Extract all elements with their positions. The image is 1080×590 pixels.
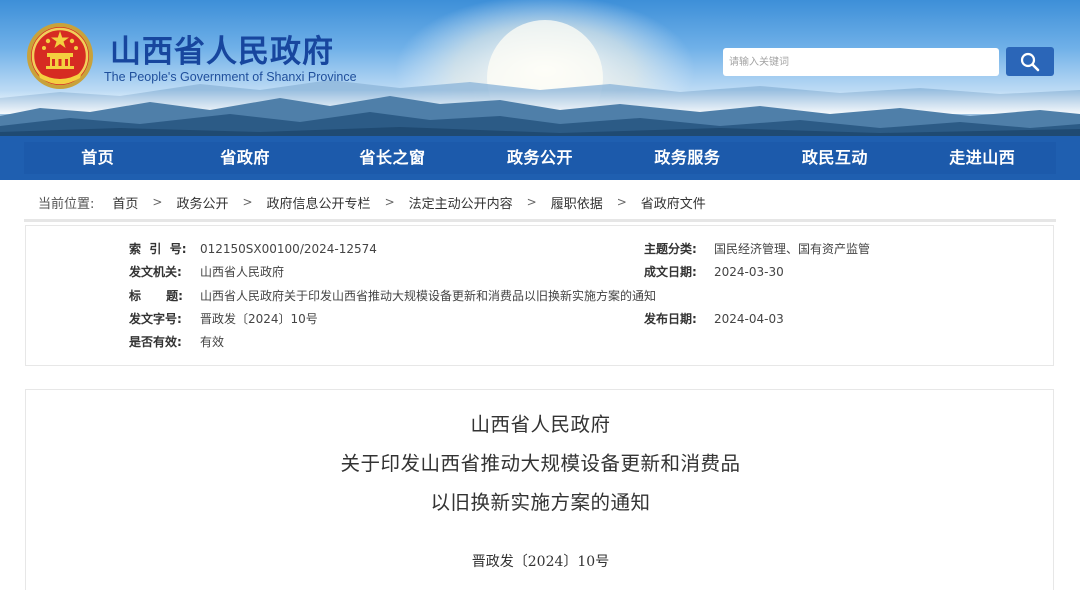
meta-topic-value: 国民经济管理、国有资产监管 <box>714 242 871 256</box>
meta-date-label: 成文日期: <box>644 265 697 279</box>
meta-docno-label: 发文字号: <box>129 312 182 326</box>
breadcrumb-item-provincial-documents[interactable]: 省政府文件 <box>641 193 706 212</box>
breadcrumb-item-info-column[interactable]: 政府信息公开专栏 <box>267 193 371 212</box>
meta-row-valid: 是否有效: 有效 <box>26 334 1055 350</box>
meta-title-value: 山西省人民政府关于印发山西省推动大规模设备更新和消费品以旧换新实施方案的通知 <box>200 289 657 303</box>
meta-issuer-value: 山西省人民政府 <box>200 265 285 279</box>
meta-row-title: 标 题: 山西省人民政府关于印发山西省推动大规模设备更新和消费品以旧换新实施方案… <box>26 288 1055 304</box>
nav-item-government-affairs-open[interactable]: 政务公开 <box>466 142 613 174</box>
search-button[interactable] <box>1006 47 1054 76</box>
nav-item-interaction[interactable]: 政民互动 <box>761 142 908 174</box>
breadcrumb-separator: > <box>526 195 537 209</box>
document-body: 山西省人民政府 关于印发山西省推动大规模设备更新和消费品 以旧换新实施方案的通知… <box>25 389 1054 590</box>
breadcrumb-separator: > <box>242 195 253 209</box>
breadcrumb-divider <box>24 219 1056 222</box>
meta-row-issuer: 发文机关: 山西省人民政府 成文日期: 2024-03-30 <box>26 264 1055 280</box>
breadcrumb: 当前位置: 首页 > 政务公开 > 政府信息公开专栏 > 法定主动公开内容 > … <box>38 193 706 212</box>
site-subtitle: The People's Government of Shanxi Provin… <box>104 70 357 84</box>
site-header: 山西省人民政府 The People's Government of Shanx… <box>0 0 1080 136</box>
meta-docno-value: 晋政发〔2024〕10号 <box>200 312 318 326</box>
document-title-line-2: 关于印发山西省推动大规模设备更新和消费品 <box>340 452 741 475</box>
meta-issuer-label: 发文机关: <box>129 265 182 279</box>
breadcrumb-separator: > <box>384 195 395 209</box>
breadcrumb-item-duty-basis[interactable]: 履职依据 <box>551 193 603 212</box>
search-icon <box>1020 52 1040 71</box>
breadcrumb-separator: > <box>152 195 163 209</box>
document-title-line-1: 山西省人民政府 <box>470 413 611 436</box>
nav-item-government-services[interactable]: 政务服务 <box>614 142 761 174</box>
search-input[interactable] <box>723 48 999 76</box>
document-number: 晋政发〔2024〕10号 <box>471 554 610 570</box>
document-metadata-panel: 索 引 号: 012150SX00100/2024-12574 主题分类: 国民… <box>25 225 1054 366</box>
breadcrumb-item-affairs-open[interactable]: 政务公开 <box>176 193 228 212</box>
meta-date-value: 2024-03-30 <box>714 265 784 279</box>
meta-valid-value: 有效 <box>200 335 225 349</box>
main-nav-bar: 首页 省政府 省长之窗 政务公开 政务服务 政民互动 走进山西 <box>24 142 1056 174</box>
breadcrumb-separator: > <box>616 195 627 209</box>
nav-item-about-shanxi[interactable]: 走进山西 <box>909 142 1056 174</box>
meta-index-value: 012150SX00100/2024-12574 <box>200 242 377 256</box>
breadcrumb-item-home[interactable]: 首页 <box>112 193 138 212</box>
nav-item-home[interactable]: 首页 <box>24 142 171 174</box>
nav-item-government[interactable]: 省政府 <box>171 142 318 174</box>
meta-row-index: 索 引 号: 012150SX00100/2024-12574 主题分类: 国民… <box>26 241 1055 257</box>
breadcrumb-prefix: 当前位置: <box>38 196 95 212</box>
meta-title-label: 标 题: <box>129 289 183 303</box>
meta-topic-label: 主题分类: <box>644 242 697 256</box>
main-nav: 首页 省政府 省长之窗 政务公开 政务服务 政民互动 走进山西 <box>0 136 1080 180</box>
breadcrumb-item-statutory-content[interactable]: 法定主动公开内容 <box>409 193 513 212</box>
document-title-line-3: 以旧换新实施方案的通知 <box>430 491 651 514</box>
meta-row-docno: 发文字号: 晋政发〔2024〕10号 发布日期: 2024-04-03 <box>26 311 1055 327</box>
meta-publish-label: 发布日期: <box>644 312 697 326</box>
meta-valid-label: 是否有效: <box>129 335 182 349</box>
site-title[interactable]: 山西省人民政府 <box>110 26 334 71</box>
meta-index-label: 索 引 号: <box>129 242 187 256</box>
national-emblem-icon <box>27 23 93 89</box>
meta-publish-value: 2024-04-03 <box>714 312 784 326</box>
nav-item-governor-window[interactable]: 省长之窗 <box>319 142 466 174</box>
